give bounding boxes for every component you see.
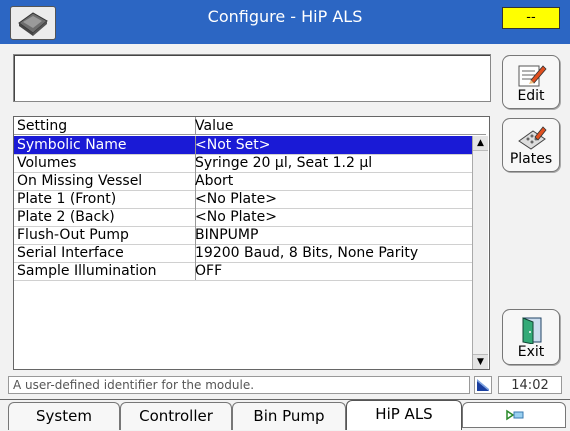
table-header: Setting Value	[14, 117, 486, 135]
scroll-up-arrow-icon[interactable]: ▲	[473, 136, 488, 151]
scroll-down-arrow-icon[interactable]: ▼	[473, 354, 488, 369]
setting-cell: Symbolic Name	[14, 136, 196, 154]
setting-cell: On Missing Vessel	[14, 172, 196, 190]
edit-button[interactable]: Edit	[502, 55, 560, 109]
tab-hip-als[interactable]: HiP ALS	[346, 400, 462, 430]
value-cell: <Not Set>	[195, 137, 271, 153]
exit-button[interactable]: Exit	[502, 309, 560, 365]
exit-door-icon	[522, 317, 542, 344]
plate-icon	[518, 126, 547, 150]
table-row[interactable]: On Missing Vessel Abort	[14, 172, 472, 191]
setting-cell: Volumes	[14, 154, 196, 172]
table-row[interactable]: Symbolic Name <Not Set>	[14, 136, 472, 155]
table-scrollbar[interactable]: ▲ ▼	[472, 136, 488, 369]
value-cell: OFF	[195, 263, 223, 279]
column-header-value[interactable]: Value	[192, 117, 475, 135]
tab-system[interactable]: System	[8, 402, 120, 430]
tab-controller[interactable]: Controller	[120, 402, 232, 430]
clock: 14:02	[498, 376, 562, 394]
connection-icon	[474, 376, 492, 394]
window-title: Configure - HiP ALS	[207, 7, 363, 26]
column-header-setting[interactable]: Setting	[14, 117, 196, 135]
plates-label: Plates	[509, 151, 553, 167]
table-row[interactable]: Serial Interface 19200 Baud, 8 Bits, Non…	[14, 244, 472, 263]
tab-bar: System Controller Bin Pump HiP ALS	[0, 399, 570, 430]
value-cell: <No Plate>	[195, 191, 277, 207]
value-cell: 19200 Baud, 8 Bits, None Parity	[195, 245, 419, 261]
setting-cell: Sample Illumination	[14, 262, 196, 280]
value-cell: BINPUMP	[195, 227, 259, 243]
table-row[interactable]: Flush-Out Pump BINPUMP	[14, 226, 472, 245]
instrument-logo-icon[interactable]	[10, 6, 56, 40]
title-bar: Configure - HiP ALS --	[0, 0, 570, 44]
table-row[interactable]: Plate 1 (Front) <No Plate>	[14, 190, 472, 209]
setting-cell: Serial Interface	[14, 244, 196, 262]
setting-cell: Plate 1 (Front)	[14, 190, 196, 208]
value-cell: <No Plate>	[195, 209, 277, 225]
run-status-icon	[506, 409, 524, 421]
table-row[interactable]: Volumes Syringe 20 µl, Seat 1.2 µl	[14, 154, 472, 173]
setting-cell: Flush-Out Pump	[14, 226, 196, 244]
value-cell: Syringe 20 µl, Seat 1.2 µl	[195, 155, 373, 171]
description-textbox[interactable]	[13, 54, 491, 102]
status-message: A user-defined identifier for the module…	[8, 376, 470, 394]
exit-label: Exit	[517, 344, 545, 360]
table-row[interactable]: Sample Illumination OFF	[14, 262, 472, 281]
edit-pencil-icon	[518, 65, 547, 87]
value-cell: Abort	[195, 173, 234, 189]
plates-button[interactable]: Plates	[502, 118, 560, 172]
tab-bin-pump[interactable]: Bin Pump	[232, 402, 346, 430]
run-status-button[interactable]	[462, 402, 566, 428]
status-indicator: --	[502, 7, 560, 29]
setting-cell: Plate 2 (Back)	[14, 208, 196, 226]
table-row[interactable]: Plate 2 (Back) <No Plate>	[14, 208, 472, 227]
edit-label: Edit	[517, 88, 545, 104]
settings-table: Setting Value Symbolic Name <Not Set> Vo…	[13, 116, 490, 370]
